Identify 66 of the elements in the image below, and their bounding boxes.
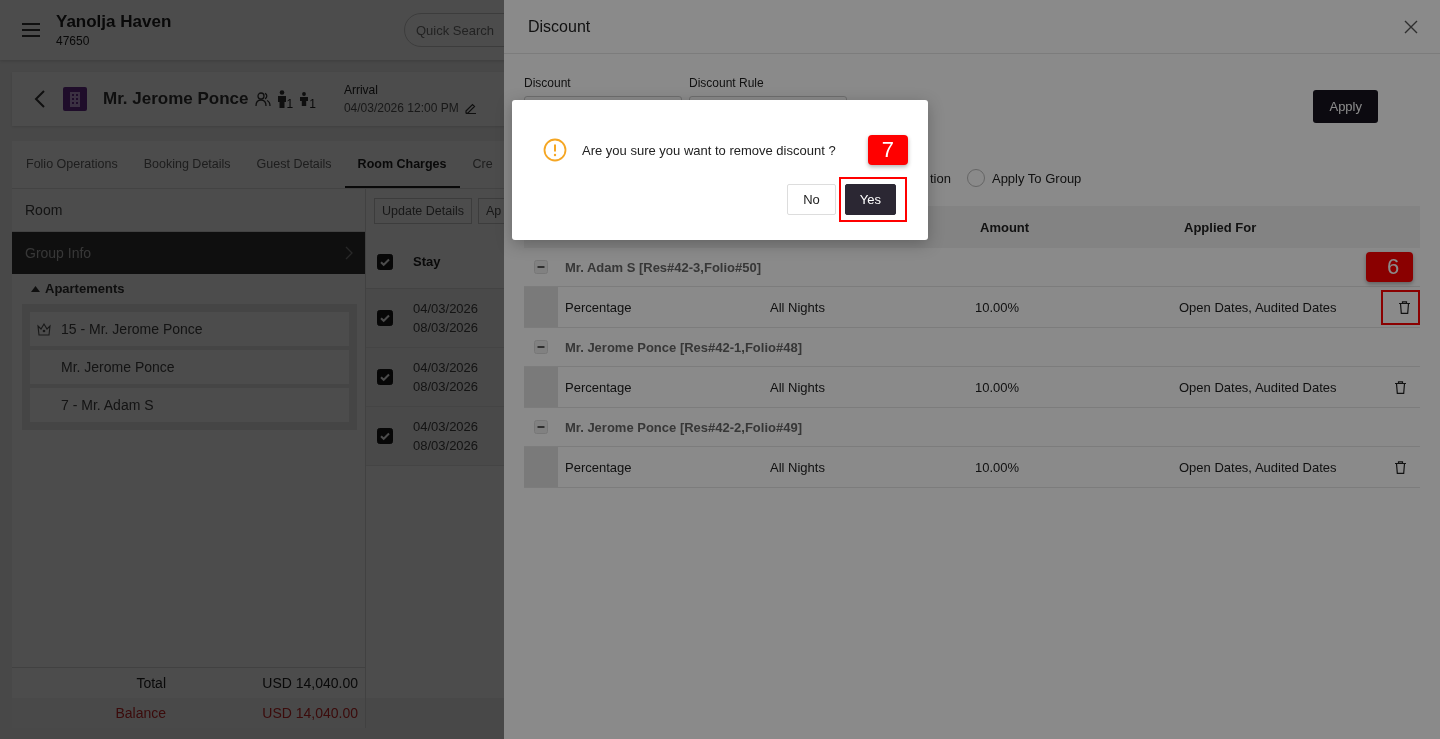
close-icon[interactable] [1404,19,1418,34]
table-cell-text: Open Dates, Audited Dates [1178,459,1338,475]
trash-icon[interactable] [1398,300,1410,314]
checkbox[interactable] [377,428,393,444]
hotel-name: Yanolja Haven [56,12,173,32]
crown-icon [37,322,51,336]
adult-icon [276,90,287,108]
group-title: Mr. Jerome Ponce [Res#42-1,Folio#48] [564,339,802,355]
trash-icon[interactable] [1395,460,1406,474]
arrival-label: Arrival [343,83,379,97]
cancel-button[interactable]: No [787,184,836,215]
confirm-message: Are you sure you want to remove discount ? [582,142,836,158]
group-title: Mr. Jerome Ponce [Res#42-2,Folio#49] [564,419,802,435]
table-cell-text: Percentage [564,379,633,395]
edit-icon[interactable] [464,102,477,114]
field-label: Discount [524,76,572,90]
checkbox[interactable] [377,369,393,385]
group-icon [254,91,271,107]
child-count: 1 [309,97,316,111]
total-value: USD 14,040.00 [261,705,358,721]
step-badge: 6 [1366,251,1413,282]
group-title: Mr. Adam S [Res#42-3,Folio#50] [564,259,762,275]
building-icon [63,87,87,111]
collapse-icon[interactable] [534,260,548,274]
tree-item[interactable]: 15 - Mr. Jerome Ponce [30,312,349,346]
drawer-title: Discount [528,17,591,36]
checkbox[interactable] [377,310,393,326]
triangle-icon[interactable] [31,285,40,292]
child-icon [299,92,310,106]
step-badge: 7 [867,135,908,165]
checkbox[interactable] [377,253,393,270]
tree-heading: Apartements [45,281,125,296]
table-cell-text: 10.00% [974,379,1021,395]
adult-count: 1 [286,97,294,111]
tree-item[interactable]: Mr. Jerome Ponce [30,350,349,384]
warning-icon [543,138,567,162]
column-header: Amount [979,219,1031,235]
radio-label: tion [930,170,951,186]
radio-label: Apply To Group [991,170,1082,186]
table-cell-text: All Nights [769,379,826,395]
table-cell-text: Open Dates, Audited Dates [1178,299,1338,315]
table-cell-text: Open Dates, Audited Dates [1178,379,1338,395]
total-label: Total [135,675,166,691]
collapse-icon[interactable] [534,420,548,434]
table-cell-text: All Nights [769,459,826,475]
confirm-button[interactable]: Yes [844,184,896,215]
tree-item[interactable]: 7 - Mr. Adam S [30,388,349,422]
total-value: USD 14,040.00 [261,675,358,691]
collapse-icon[interactable] [534,340,548,354]
apply-button[interactable]: Apply [1313,90,1378,123]
guest-name: Mr. Jerome Ponce [103,89,249,109]
total-label: Balance [114,705,166,721]
hotel-code: 47650 [56,34,91,48]
tab[interactable]: Room Charges [344,141,460,188]
field-label: Discount Rule [689,76,765,90]
back-icon[interactable] [34,90,46,108]
column-header: Applied For [1183,219,1258,235]
table-cell-text: 10.00% [974,299,1021,315]
table-cell-text: 10.00% [974,459,1021,475]
table-cell-text: All Nights [769,299,826,315]
table-cell-text: Percentage [564,299,633,315]
column-header: Stay [413,254,441,269]
trash-icon[interactable] [1395,380,1406,394]
menu-icon[interactable] [22,23,40,37]
chevron-right-icon [345,246,353,260]
table-cell-text: Percentage [564,459,633,475]
